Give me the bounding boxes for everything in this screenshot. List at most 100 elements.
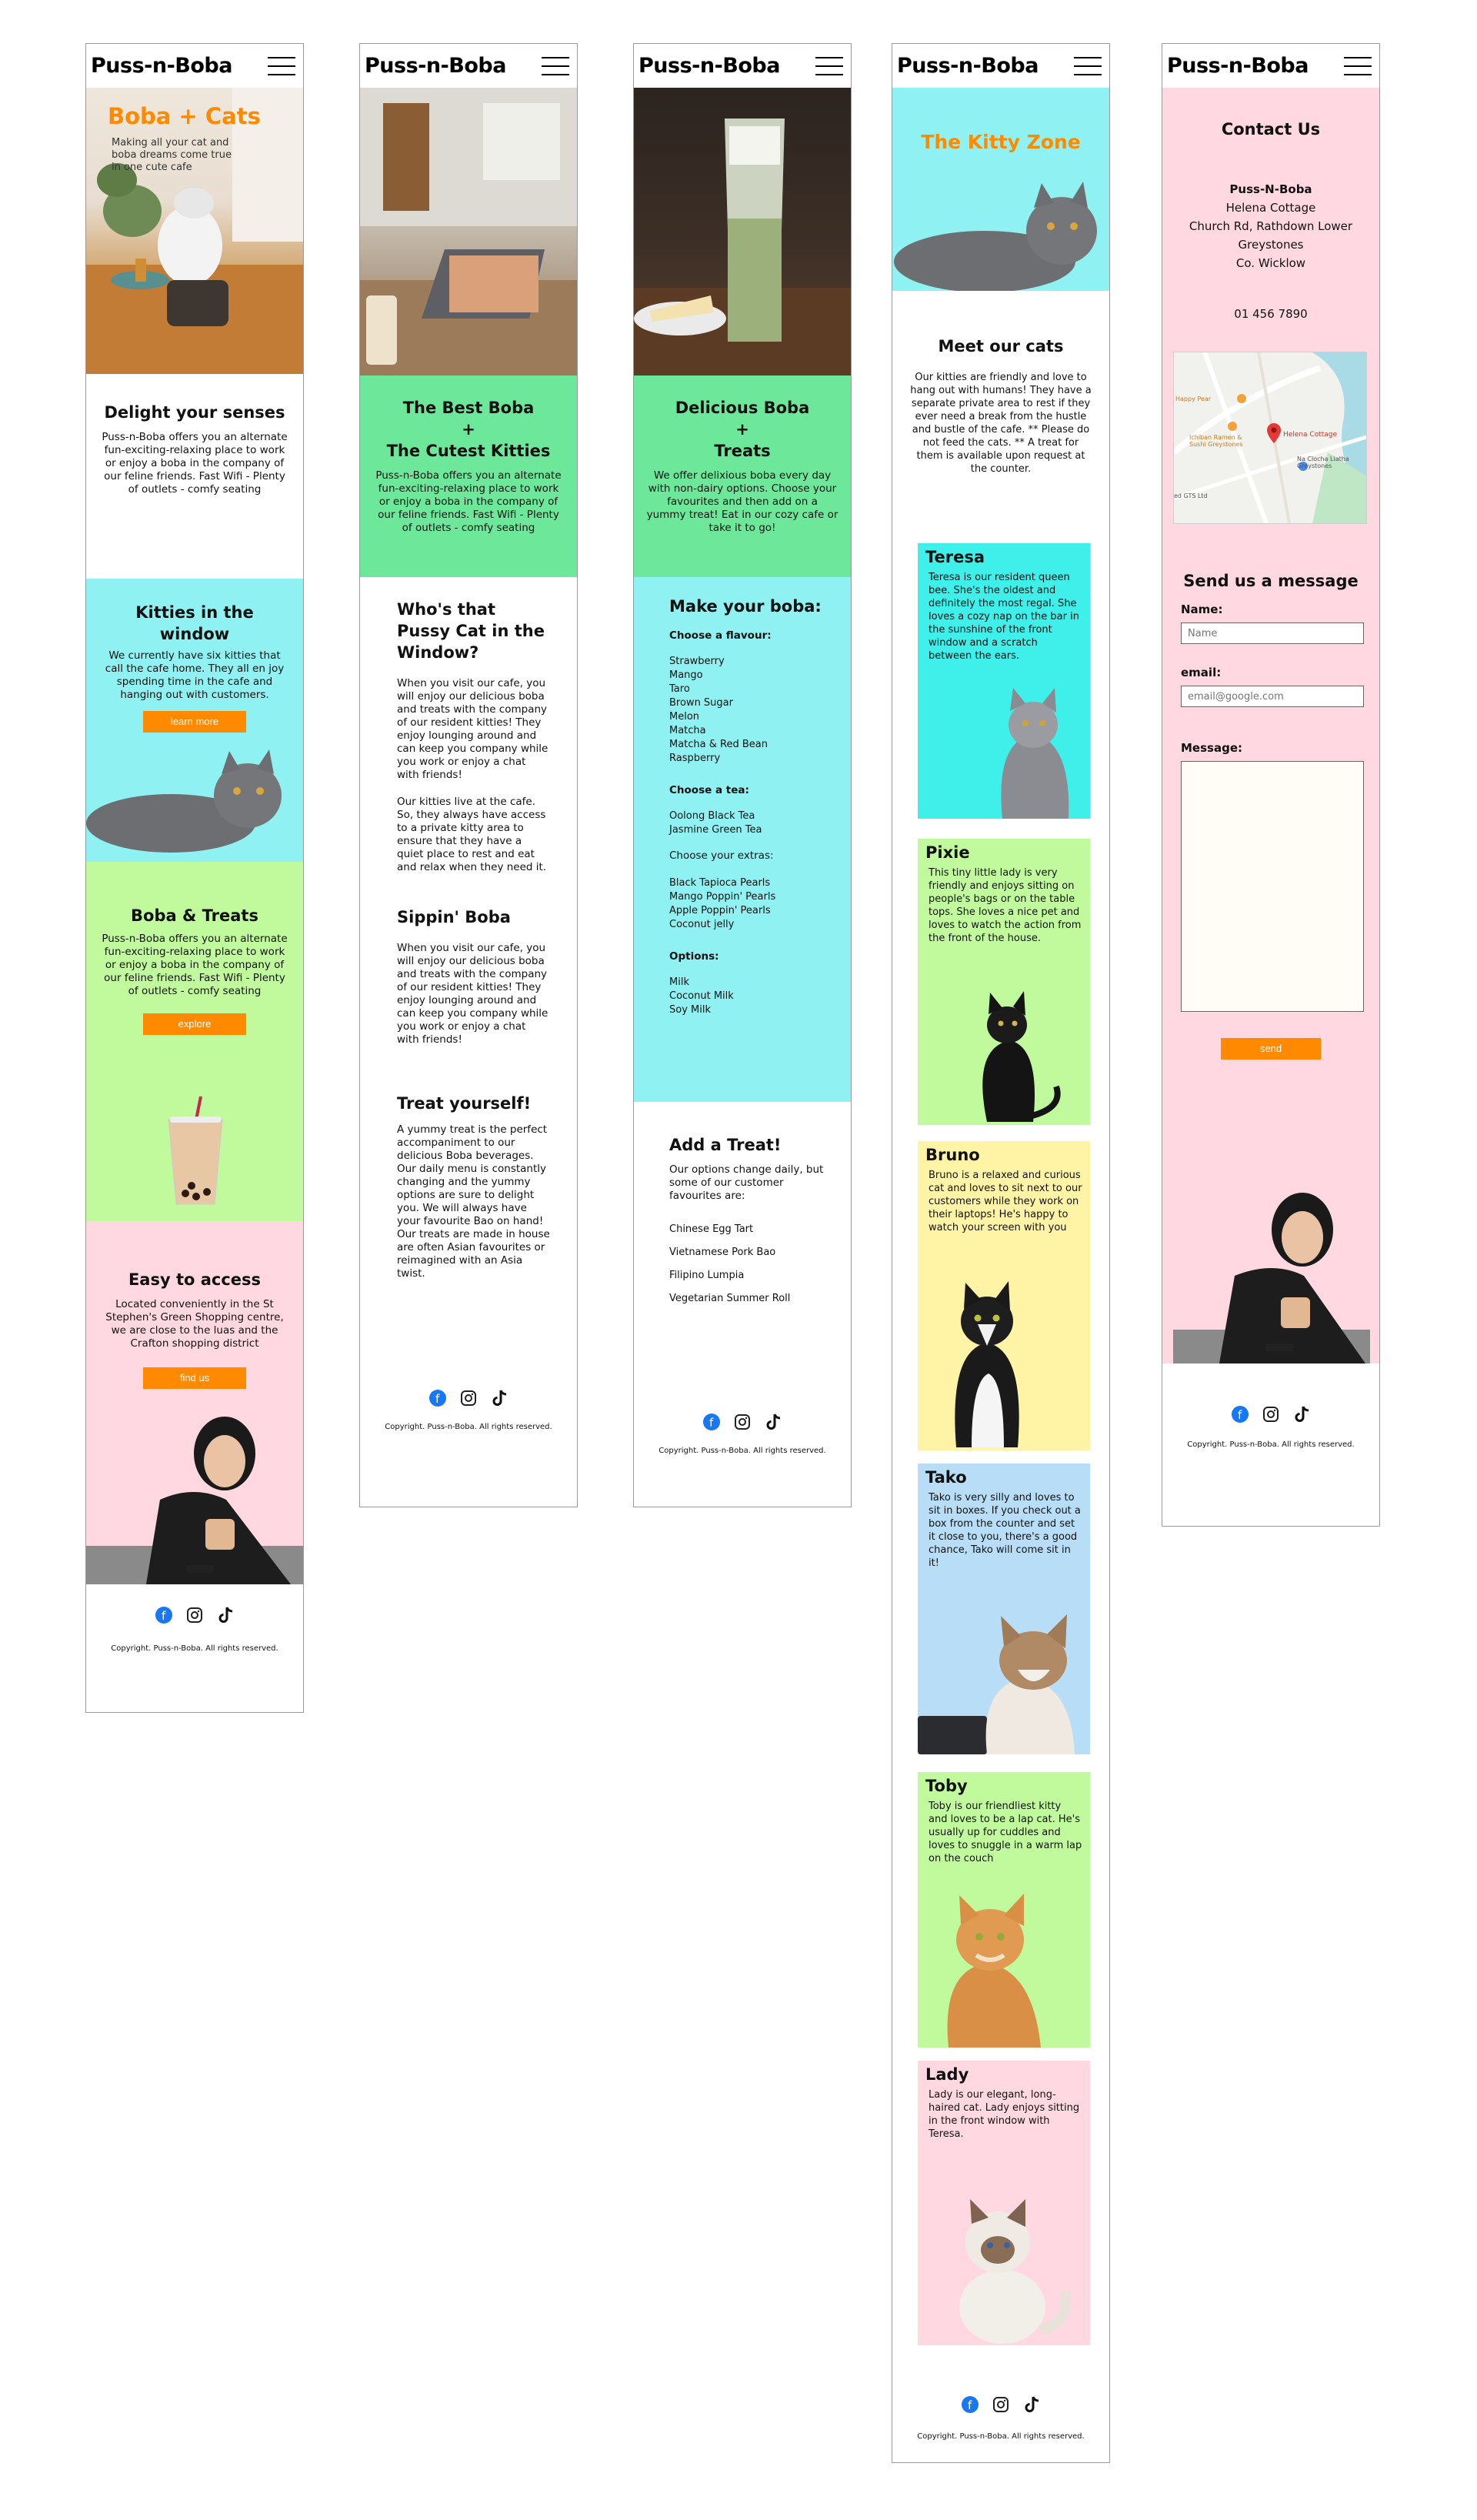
boba-drink-image	[168, 1096, 223, 1205]
business-name: Puss-N-Boba	[1229, 182, 1312, 196]
find-us-button[interactable]: find us	[143, 1367, 246, 1389]
instagram-icon[interactable]	[459, 1389, 478, 1407]
menu-hero-text: We offer delixious boba every day with n…	[646, 469, 839, 534]
phone-number: 01 456 7890	[1234, 307, 1308, 321]
brand-logo[interactable]: Puss-n-Boba	[1167, 54, 1309, 78]
hero-subtitle: Making all your cat and boba dreams come…	[112, 137, 232, 173]
copyright: Copyright. Puss-n-Boba. All rights reser…	[658, 1447, 826, 1455]
menu-icon[interactable]	[542, 56, 569, 75]
site-header: Puss-n-Boba	[634, 44, 851, 88]
list-item: Mango Poppin' Pearls	[669, 891, 776, 903]
location-map[interactable]: Helena Cottage Happy Pear Ichiban Ramen …	[1173, 352, 1367, 524]
instagram-icon[interactable]	[1262, 1405, 1280, 1424]
cat-card-teresa: Teresa Teresa is our resident queen bee.…	[918, 543, 1090, 819]
brand-logo[interactable]: Puss-n-Boba	[365, 54, 506, 78]
facebook-icon[interactable]: f	[155, 1606, 173, 1624]
list-item: Raspberry	[669, 753, 721, 764]
cat-description: This tiny little lady is very friendly a…	[929, 867, 1082, 944]
delight-title: Delight your senses	[104, 403, 285, 422]
site-header: Puss-n-Boba	[892, 44, 1109, 88]
instagram-icon[interactable]	[185, 1606, 204, 1624]
cat-card-toby: Toby Toby is our friendliest kitty and l…	[918, 1772, 1090, 2048]
cat-description: Tako is very silly and loves to sit in b…	[929, 1492, 1081, 1569]
kitty-zone-screen: Puss-n-Boba The Kitty Zone Meet our cats…	[892, 43, 1110, 2463]
treat-yourself-title: Treat yourself!	[397, 1094, 532, 1113]
tiktok-icon[interactable]	[490, 1389, 508, 1407]
treat-yourself-text: A yummy treat is the perfect accompanime…	[397, 1123, 550, 1280]
kitties-title: Kitties in the window	[135, 603, 254, 643]
brand-logo[interactable]: Puss-n-Boba	[91, 54, 232, 78]
list-item: Strawberry	[669, 656, 725, 667]
menu-icon[interactable]	[1344, 56, 1372, 75]
cat-name: Toby	[925, 1777, 968, 1795]
menu-footer: f Copyright. Puss-n-Boba. All rights res…	[634, 1413, 851, 1455]
email-field[interactable]	[1181, 686, 1364, 707]
facebook-icon[interactable]: f	[428, 1389, 447, 1407]
list-item: Apple Poppin' Pearls	[669, 905, 771, 916]
tiktok-icon[interactable]	[216, 1606, 235, 1624]
menu-icon[interactable]	[815, 56, 843, 75]
brand-logo[interactable]: Puss-n-Boba	[897, 54, 1039, 78]
kitties-text: We currently have six kitties that call …	[105, 649, 285, 701]
kitties-section: Kitties in the window We currently have …	[86, 579, 303, 862]
menu-hero-title-3: Treats	[714, 442, 771, 460]
address-line-4: Co. Wicklow	[1235, 256, 1306, 270]
add-treat-text: Our options change daily, but some of ou…	[669, 1163, 824, 1202]
menu-icon[interactable]	[1074, 56, 1102, 75]
svg-text:f: f	[162, 1609, 166, 1623]
menu-hero-section: Delicious Boba + Treats We offer delixio…	[634, 375, 851, 577]
copyright: Copyright. Puss-n-Boba. All rights reser…	[111, 1644, 278, 1653]
about-screen: Puss-n-Boba The Best Boba + The Cutest K…	[359, 43, 578, 1507]
about-content: Who's that Pussy Cat in the Window? When…	[360, 577, 577, 1507]
about-hero-title-3: The Cutest Kitties	[386, 442, 551, 460]
learn-more-button[interactable]: learn more	[143, 711, 246, 733]
tiktok-icon[interactable]	[1022, 2395, 1041, 2414]
flavours-list: Strawberry Mango Taro Brown Sugar Melon Match…	[669, 655, 835, 766]
facebook-icon[interactable]: f	[961, 2395, 979, 2414]
home-screen: Puss-n-Boba Boba + Cats Making all your …	[85, 43, 304, 1713]
list-item: Chinese Egg Tart	[669, 1223, 754, 1235]
sippin-boba-title: Sippin' Boba	[397, 908, 511, 926]
contact-form: Name: email: Message: send	[1173, 602, 1369, 1060]
about-hero-section: The Best Boba + The Cutest Kitties Puss-…	[360, 375, 577, 577]
footer: f Copyright. Puss-n-Boba. All rights res…	[86, 1584, 303, 1684]
list-item: Coconut jelly	[669, 919, 735, 930]
social-links: f	[1162, 1405, 1379, 1424]
map-label-nearby-3: Na Clocha Liatha Greystones	[1297, 456, 1349, 469]
instagram-icon[interactable]	[733, 1413, 752, 1431]
tea-label: Choose a tea:	[669, 784, 749, 796]
svg-text:f: f	[435, 1392, 440, 1406]
explore-button[interactable]: explore	[143, 1013, 246, 1035]
kitty-hero: The Kitty Zone	[892, 88, 1109, 300]
cat-description: Bruno is a relaxed and curious cat and l…	[929, 1170, 1082, 1233]
about-footer: f Copyright. Puss-n-Boba. All rights res…	[360, 1389, 577, 1431]
list-item: Soy Milk	[669, 1004, 711, 1016]
tiktok-icon[interactable]	[1292, 1405, 1311, 1424]
tiktok-icon[interactable]	[764, 1413, 782, 1431]
make-boba-title: Make your boba:	[669, 597, 822, 616]
facebook-icon[interactable]: f	[702, 1413, 721, 1431]
instagram-icon[interactable]	[992, 2395, 1010, 2414]
list-item: Mango	[669, 669, 703, 681]
menu-icon[interactable]	[268, 56, 295, 75]
name-field[interactable]	[1181, 622, 1364, 644]
menu-screen: Puss-n-Boba Delicious Boba + Treats We o…	[633, 43, 852, 1507]
matcha-photo-shapes	[634, 118, 851, 375]
menu-hero-title-1: Delicious Boba	[675, 399, 810, 417]
list-item: Milk	[669, 976, 689, 988]
svg-text:f: f	[709, 1416, 714, 1430]
hero-image: Boba + Cats Making all your cat and boba…	[86, 88, 303, 374]
extras-list: Black Tapioca Pearls Mango Poppin' Pearls…	[669, 876, 835, 932]
cafe-photo-shapes	[360, 88, 577, 375]
svg-text:f: f	[1238, 1408, 1242, 1422]
cat-card-tako: Tako Tako is very silly and loves to sit…	[918, 1464, 1090, 1754]
woman-with-coffee-image	[1173, 1193, 1370, 1363]
map-pin-icon	[1267, 423, 1281, 443]
cat-photo-tako	[918, 1614, 1075, 1754]
flavour-label: Choose a flavour:	[669, 629, 772, 642]
facebook-icon[interactable]: f	[1231, 1405, 1249, 1424]
message-field[interactable]	[1181, 761, 1364, 1012]
brand-logo[interactable]: Puss-n-Boba	[638, 54, 780, 78]
delight-section: Delight your senses Puss-n-Boba offers y…	[86, 374, 303, 579]
send-button[interactable]: send	[1221, 1038, 1321, 1060]
